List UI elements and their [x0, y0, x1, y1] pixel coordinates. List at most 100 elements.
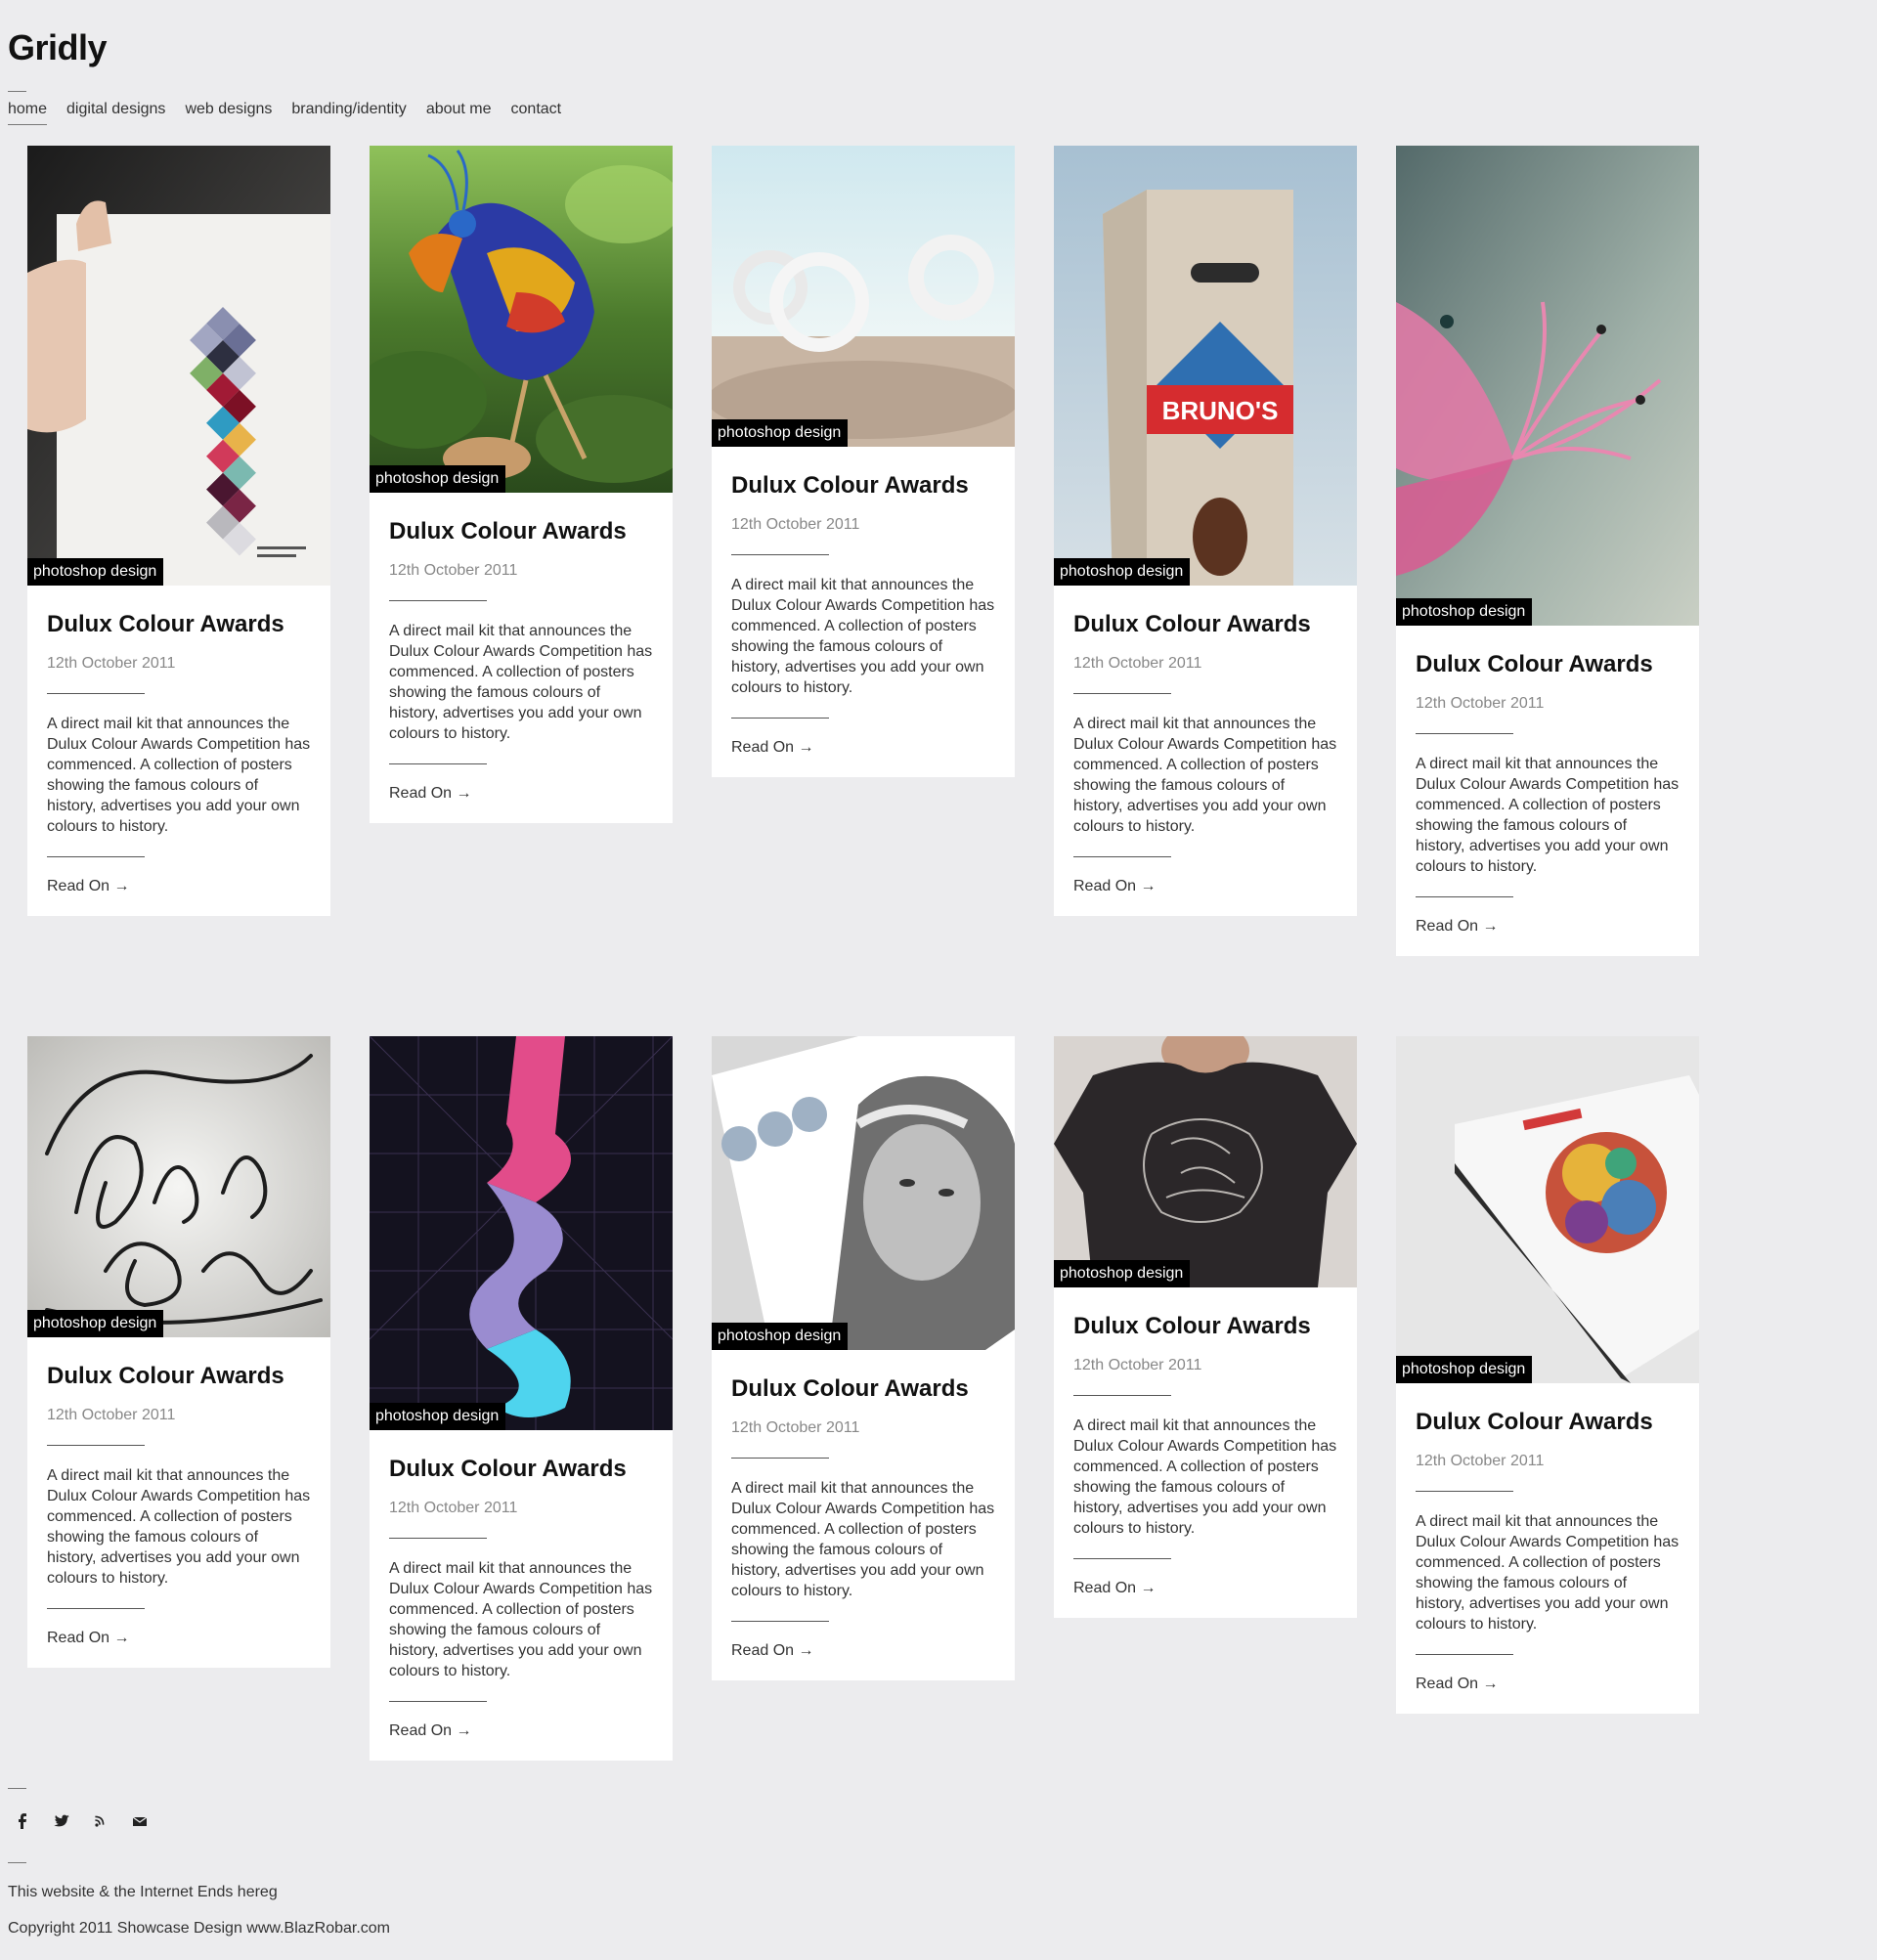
post-category-tag[interactable]: photoshop design	[1396, 1356, 1533, 1383]
post-excerpt: A direct mail kit that announces the Dul…	[389, 623, 653, 742]
pink-flower-image	[1396, 146, 1699, 626]
post-thumbnail[interactable]: photoshop design	[370, 146, 673, 493]
posts-row: photoshop design Dulux Colour Awards 12t…	[27, 146, 1709, 956]
post-thumbnail[interactable]: photoshop design	[370, 1036, 673, 1430]
post-category-tag[interactable]: photoshop design	[1054, 1260, 1191, 1287]
read-on-link[interactable]: Read On →	[1073, 1579, 1337, 1598]
read-on-link[interactable]: Read On →	[389, 784, 653, 804]
read-on-link[interactable]: Read On →	[47, 1629, 311, 1648]
post-title[interactable]: Dulux Colour Awards	[389, 517, 653, 546]
post-category-tag[interactable]: photoshop design	[27, 1310, 164, 1337]
post-title[interactable]: Dulux Colour Awards	[47, 1362, 311, 1391]
post-divider	[1416, 1491, 1513, 1492]
post-title[interactable]: Dulux Colour Awards	[47, 610, 311, 639]
post-card: photoshop design Dulux Colour Awards 12t…	[712, 146, 1015, 777]
post-divider	[1073, 1395, 1171, 1396]
post-category-tag[interactable]: photoshop design	[27, 558, 164, 586]
post-card: photoshop design Dulux Colour Awards 12t…	[1054, 1036, 1357, 1618]
post-thumbnail[interactable]: photoshop design	[712, 1036, 1015, 1350]
post-title[interactable]: Dulux Colour Awards	[1416, 650, 1680, 679]
read-on-link[interactable]: Read On →	[731, 1641, 995, 1661]
post-date: 12th October 2011	[1416, 1453, 1545, 1469]
post-card: photoshop design Dulux Colour Awards 12t…	[370, 1036, 673, 1761]
nav-home[interactable]: home	[8, 100, 48, 125]
post-thumbnail[interactable]: photoshop design	[27, 1036, 330, 1337]
post-category-tag[interactable]: photoshop design	[712, 419, 849, 447]
post-category-tag[interactable]: photoshop design	[1054, 558, 1191, 586]
post-title[interactable]: Dulux Colour Awards	[731, 1374, 995, 1404]
post-divider	[731, 554, 829, 555]
post-card: BRUNO'S photoshop design Dulux Colour Aw…	[1054, 146, 1357, 916]
post-card: photoshop design Dulux Colour Awards 12t…	[27, 1036, 330, 1668]
twitter-icon[interactable]	[53, 1812, 70, 1830]
post-category-tag[interactable]: photoshop design	[1396, 598, 1533, 626]
read-on-link[interactable]: Read On →	[1416, 917, 1680, 936]
post-title[interactable]: Dulux Colour Awards	[389, 1455, 653, 1484]
post-card: photoshop design Dulux Colour Awards 12t…	[370, 146, 673, 823]
neon-ribbon-image	[370, 1036, 673, 1430]
post-excerpt: A direct mail kit that announces the Dul…	[731, 1480, 995, 1599]
post-card: photoshop design Dulux Colour Awards 12t…	[27, 146, 330, 916]
post-thumbnail[interactable]: photoshop design	[1396, 146, 1699, 626]
nav-digital-designs[interactable]: digital designs	[66, 100, 165, 125]
main-nav: home digital designs web designs brandin…	[8, 100, 561, 125]
post-divider	[389, 1538, 487, 1539]
read-on-link[interactable]: Read On →	[1416, 1675, 1680, 1694]
post-excerpt: A direct mail kit that announces the Dul…	[47, 1467, 311, 1587]
nav-branding-identity[interactable]: branding/identity	[291, 100, 406, 125]
read-on-link[interactable]: Read On →	[731, 738, 995, 758]
post-excerpt: A direct mail kit that announces the Dul…	[1073, 716, 1337, 835]
post-category-tag[interactable]: photoshop design	[712, 1323, 849, 1350]
post-thumbnail[interactable]: photoshop design	[1054, 1036, 1357, 1287]
post-divider	[47, 693, 145, 694]
post-category-tag[interactable]: photoshop design	[370, 465, 506, 493]
calligraphy-lettering-image	[27, 1036, 330, 1337]
colour-swatch-poster-image	[27, 146, 330, 586]
post-thumbnail[interactable]: photoshop design	[27, 146, 330, 586]
post-thumbnail[interactable]: photoshop design	[1396, 1036, 1699, 1383]
post-date: 12th October 2011	[1073, 655, 1202, 672]
facebook-icon[interactable]	[14, 1812, 31, 1830]
footer-divider	[8, 1862, 26, 1863]
narnia-book-image	[1396, 1036, 1699, 1383]
post-date: 12th October 2011	[389, 562, 518, 579]
nav-contact[interactable]: contact	[511, 100, 562, 125]
site-logo[interactable]: Gridly	[8, 27, 108, 68]
post-divider	[731, 718, 829, 719]
rss-icon[interactable]	[92, 1812, 109, 1830]
post-category-tag[interactable]: photoshop design	[370, 1403, 506, 1430]
post-title[interactable]: Dulux Colour Awards	[1073, 1312, 1337, 1341]
nav-about-me[interactable]: about me	[426, 100, 492, 125]
post-divider	[47, 1445, 145, 1446]
post-excerpt: A direct mail kit that announces the Dul…	[47, 716, 311, 835]
read-on-link[interactable]: Read On →	[47, 877, 311, 896]
post-date: 12th October 2011	[731, 516, 860, 533]
post-divider	[389, 763, 487, 764]
post-title[interactable]: Dulux Colour Awards	[731, 471, 995, 501]
post-title[interactable]: Dulux Colour Awards	[1416, 1408, 1680, 1437]
nav-divider	[8, 91, 26, 92]
post-excerpt: A direct mail kit that announces the Dul…	[1416, 756, 1680, 875]
post-divider	[1073, 693, 1171, 694]
nav-web-designs[interactable]: web designs	[185, 100, 272, 125]
brunos-coffee-bag-image: BRUNO'S	[1054, 146, 1357, 586]
post-divider	[1416, 1654, 1513, 1655]
post-date: 12th October 2011	[1416, 695, 1545, 712]
post-title[interactable]: Dulux Colour Awards	[1073, 610, 1337, 639]
read-on-link[interactable]: Read On →	[389, 1721, 653, 1741]
post-date: 12th October 2011	[47, 655, 176, 672]
magazine-portrait-image	[712, 1036, 1015, 1350]
post-divider	[1073, 1558, 1171, 1559]
email-icon[interactable]	[131, 1812, 149, 1830]
read-on-link[interactable]: Read On →	[1073, 877, 1337, 896]
post-divider	[47, 1608, 145, 1609]
post-divider	[47, 856, 145, 857]
post-thumbnail[interactable]: photoshop design	[712, 146, 1015, 447]
post-date: 12th October 2011	[1073, 1357, 1202, 1373]
post-divider	[389, 600, 487, 601]
post-divider	[1073, 856, 1171, 857]
footer-tagline: This website & the Internet Ends hereg	[8, 1884, 278, 1900]
red-thread-tshirt-image	[1054, 1036, 1357, 1287]
post-excerpt: A direct mail kit that announces the Dul…	[1416, 1513, 1680, 1633]
post-thumbnail[interactable]: BRUNO'S photoshop design	[1054, 146, 1357, 586]
